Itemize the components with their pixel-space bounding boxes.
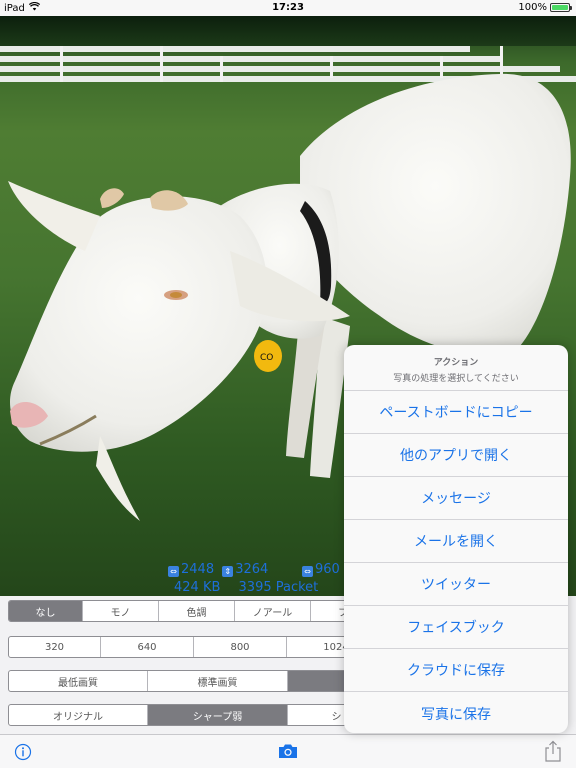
action-open-mail[interactable]: メールを開く bbox=[344, 520, 568, 563]
action-copy-pasteboard[interactable]: ペーストボードにコピー bbox=[344, 391, 568, 434]
filter-segment[interactable]: なし モノ 色調 ノアール フェ bbox=[8, 600, 386, 622]
filter-option[interactable]: モノ bbox=[83, 601, 159, 621]
action-twitter[interactable]: ツイッター bbox=[344, 563, 568, 606]
filter-option[interactable]: 色調 bbox=[159, 601, 235, 621]
battery-percent: 100% bbox=[518, 2, 547, 13]
size-option[interactable]: 320 bbox=[9, 637, 101, 657]
sharpness-option[interactable]: シャープ弱 bbox=[148, 705, 288, 725]
second-dimension-row: ⇔ 960 bbox=[302, 562, 340, 577]
action-save-cloud[interactable]: クラウドに保存 bbox=[344, 649, 568, 692]
width-value: 2448 bbox=[181, 562, 215, 577]
quality-option[interactable]: 最低画質 bbox=[9, 671, 148, 691]
size-option[interactable]: 800 bbox=[194, 637, 287, 657]
width-arrows-icon: ⇔ bbox=[302, 566, 313, 577]
bottom-toolbar bbox=[0, 734, 576, 768]
action-sheet: アクション 写真の処理を選択してください ペーストボードにコピー 他のアプリで開… bbox=[344, 345, 568, 733]
action-sheet-title: アクション bbox=[433, 358, 479, 368]
action-open-in-other-app[interactable]: 他のアプリで開く bbox=[344, 434, 568, 477]
file-size: 424 KB bbox=[174, 580, 221, 595]
filter-option[interactable]: ノアール bbox=[235, 601, 311, 621]
share-icon[interactable] bbox=[544, 740, 562, 766]
svg-text:CO: CO bbox=[260, 353, 273, 363]
status-right: 100% bbox=[518, 2, 572, 13]
sharpness-segment[interactable]: オリジナル シャープ弱 シ bbox=[8, 704, 386, 726]
info-icon[interactable] bbox=[14, 743, 32, 765]
height-arrows-icon: ⇕ bbox=[222, 566, 234, 577]
size-row: 424 KB 3395 Packet bbox=[174, 580, 318, 595]
size-option[interactable]: 640 bbox=[101, 637, 194, 657]
camera-icon[interactable] bbox=[278, 743, 298, 763]
dimension-row: ⇔ 2448 ⇕ 3264 bbox=[168, 562, 268, 577]
filter-option[interactable]: なし bbox=[9, 601, 83, 621]
size-segment[interactable]: 320 640 800 1024 bbox=[8, 636, 386, 658]
action-save-photos[interactable]: 写真に保存 bbox=[344, 692, 568, 733]
sharpness-option[interactable]: オリジナル bbox=[9, 705, 148, 725]
packet-count: 3395 Packet bbox=[238, 580, 319, 595]
status-bar: iPad 17:23 100% bbox=[0, 0, 576, 16]
action-sheet-header: アクション 写真の処理を選択してください bbox=[344, 345, 568, 391]
action-facebook[interactable]: フェイスブック bbox=[344, 606, 568, 649]
action-message[interactable]: メッセージ bbox=[344, 477, 568, 520]
width-arrows-icon: ⇔ bbox=[168, 566, 179, 577]
height-value: 3264 bbox=[235, 562, 269, 577]
quality-option[interactable]: 標準画質 bbox=[148, 671, 288, 691]
battery-icon bbox=[550, 3, 572, 12]
action-sheet-subtitle: 写真の処理を選択してください bbox=[393, 374, 519, 384]
second-width-value: 960 bbox=[315, 562, 340, 577]
quality-segment[interactable]: 最低画質 標準画質 bbox=[8, 670, 386, 692]
clock: 17:23 bbox=[272, 2, 304, 13]
